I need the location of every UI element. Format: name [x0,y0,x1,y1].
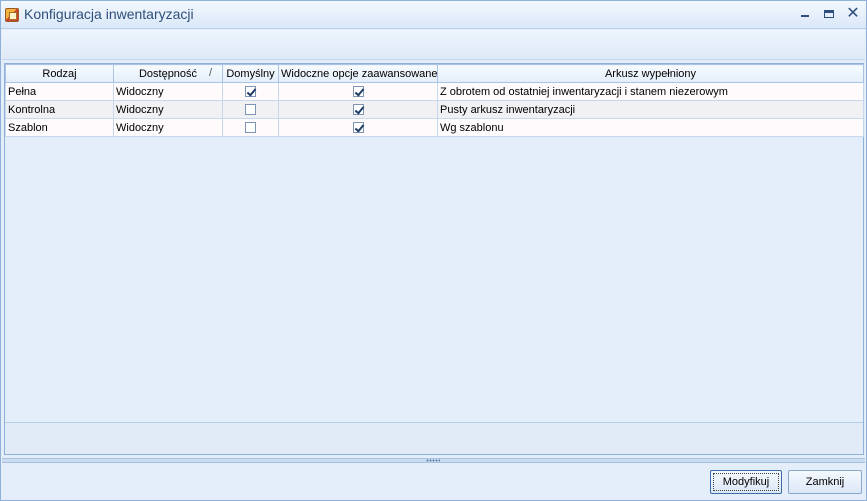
cell-arkusz[interactable]: Pusty arkusz inwentaryzacji [437,100,864,119]
checkbox-icon[interactable] [245,104,256,116]
cell-widoczne-opcje[interactable] [278,100,438,119]
title-bar[interactable]: Konfiguracja inwentaryzacji ✕ [1,1,866,29]
column-header-label: Arkusz wypełniony [604,67,697,80]
column-header-label: Widoczne opcje zaawansowane [281,67,438,80]
column-header-rodzaj[interactable]: Rodzaj [5,64,114,83]
maximize-icon [824,10,834,18]
toolbar-strip [2,30,865,60]
minimize-icon [801,15,809,17]
cell-domyslny[interactable] [222,118,279,137]
close-button[interactable]: Zamknij [788,470,862,494]
table-row[interactable]: Szablon Widoczny Wg szablonu [5,118,864,137]
app-logo-icon [5,8,19,22]
cell-domyslny[interactable] [222,100,279,119]
dialog-window: Konfiguracja inwentaryzacji ✕ Rodzaj Dos… [0,0,867,501]
modify-button[interactable]: Modyfikuj [710,470,782,494]
column-header-label: Dostępność [138,67,198,80]
cell-rodzaj[interactable]: Kontrolna [5,100,114,119]
minimize-button[interactable] [795,5,815,23]
checkbox-icon[interactable] [245,122,256,134]
window-title: Konfiguracja inwentaryzacji [24,6,194,22]
modify-button-label: Modyfikuj [713,473,779,491]
column-header-dostepnosc[interactable]: Dostępność / [113,64,223,83]
maximize-button[interactable] [819,5,839,23]
cell-arkusz[interactable]: Wg szablonu [437,118,864,137]
close-window-button[interactable]: ✕ [843,5,863,23]
grid-table: Rodzaj Dostępność / Domyślny Widoczne opc… [5,64,864,137]
splitter-grip-icon[interactable] [426,459,440,462]
cell-widoczne-opcje[interactable] [278,82,438,101]
checkbox-icon[interactable] [352,104,364,116]
column-header-domyslny[interactable]: Domyślny [222,64,279,83]
grid-header-row: Rodzaj Dostępność / Domyślny Widoczne opc… [5,64,864,83]
cell-rodzaj[interactable]: Pełna [5,82,114,101]
table-row[interactable]: Kontrolna Widoczny Pusty arkusz inwentar… [5,100,864,119]
checkbox-icon[interactable] [352,122,364,134]
checkbox-icon[interactable] [245,86,256,98]
checkbox-icon[interactable] [352,86,364,98]
column-header-label: Domyślny [226,67,275,80]
inventory-config-grid[interactable]: Rodzaj Dostępność / Domyślny Widoczne opc… [4,63,864,455]
cell-domyslny[interactable] [222,82,279,101]
cell-arkusz[interactable]: Z obrotem od ostatniej inwentaryzacji i … [437,82,864,101]
grid-footer [5,422,863,454]
cell-dostepnosc[interactable]: Widoczny [113,100,223,119]
cell-dostepnosc[interactable]: Widoczny [113,82,223,101]
column-header-arkusz[interactable]: Arkusz wypełniony [437,64,864,83]
cell-dostepnosc[interactable]: Widoczny [113,118,223,137]
sort-indicator-icon: / [208,67,212,79]
column-header-widoczne-opcje[interactable]: Widoczne opcje zaawansowane [278,64,438,83]
cell-rodzaj[interactable]: Szablon [5,118,114,137]
button-panel: Modyfikuj Zamknij [2,463,865,500]
table-row[interactable]: Pełna Widoczny Z obrotem od ostatniej in… [5,82,864,101]
cell-widoczne-opcje[interactable] [278,118,438,137]
column-header-label: Rodzaj [42,67,77,80]
